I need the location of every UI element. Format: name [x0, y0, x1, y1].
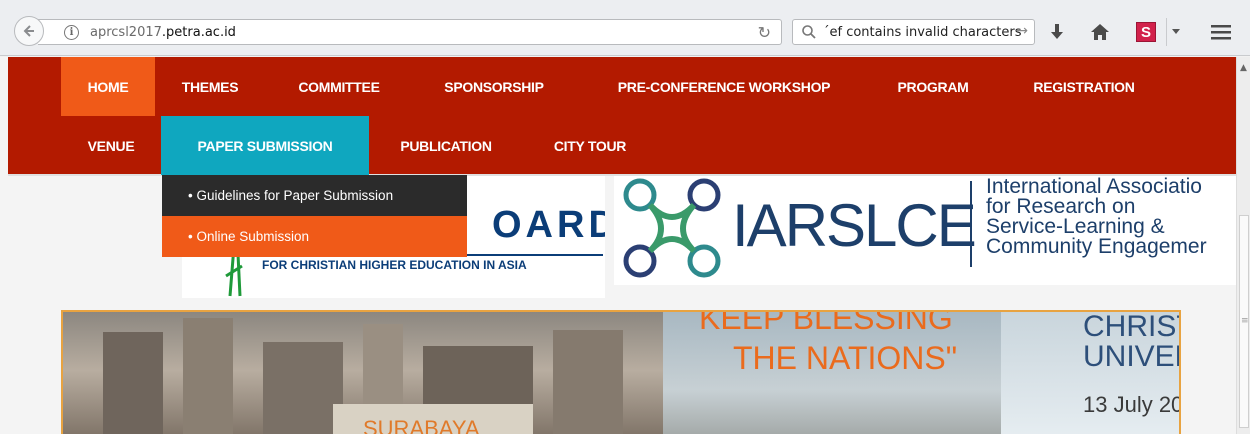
iarslce-name: IARSLCE: [732, 192, 977, 259]
banner-line1: KEEP BLESSING: [699, 310, 953, 336]
nav-paper-submission[interactable]: PAPER SUBMISSION: [161, 116, 369, 175]
dropdown-item-guidelines[interactable]: • Guidelines for Paper Submission: [162, 175, 467, 216]
reload-icon[interactable]: ↻: [758, 23, 771, 42]
grip-icon: ≡: [1241, 316, 1249, 326]
page-content: OARD FOR CHRISTIAN HIGHER EDUCATION IN A…: [0, 57, 1236, 434]
home-icon[interactable]: [1088, 18, 1112, 46]
banner-photo: KEEP BLESSING THE NATIONS": [663, 312, 1001, 434]
search-input[interactable]: ´ef contains invalid characters: [823, 25, 1022, 40]
nav-home[interactable]: HOME: [61, 57, 155, 116]
nav-sponsorship[interactable]: SPONSORSHIP: [428, 57, 560, 116]
university-date: 13 July 20: [1083, 392, 1181, 417]
extension-s-icon[interactable]: S: [1134, 18, 1158, 46]
info-icon[interactable]: i: [64, 25, 79, 40]
nav-publication[interactable]: PUBLICATION: [382, 116, 510, 175]
scroll-thumb[interactable]: ≡: [1239, 215, 1249, 428]
iarslce-knot-icon: [623, 178, 721, 278]
united-board-subtitle: FOR CHRISTIAN HIGHER EDUCATION IN ASIA: [262, 258, 527, 272]
nav-program[interactable]: PROGRAM: [880, 57, 986, 116]
back-arrow-icon: [23, 25, 34, 37]
iarslce-full-name: International Associatio for Research on…: [986, 175, 1207, 258]
paper-submission-dropdown: • Guidelines for Paper Submission • Onli…: [162, 175, 467, 257]
vertical-scrollbar[interactable]: ▲ ≡: [1236, 57, 1250, 434]
download-icon[interactable]: [1046, 18, 1068, 46]
university-line1: CHRIST: [1083, 310, 1179, 343]
scroll-up-icon[interactable]: ▲: [1240, 63, 1247, 73]
address-bar[interactable]: i aprcsl2017.petra.ac.id ↻: [38, 19, 782, 45]
university-line2: UNIVER: [1083, 340, 1179, 373]
back-button[interactable]: [14, 16, 44, 46]
nav-themes[interactable]: THEMES: [166, 57, 254, 116]
nav-pre-conference-workshop[interactable]: PRE-CONFERENCE WORKSHOP: [592, 57, 856, 116]
iarslce-logo: IARSLCE International Associatio for Res…: [614, 173, 1236, 285]
url-text[interactable]: aprcsl2017.petra.ac.id: [90, 25, 236, 40]
browser-toolbar: i aprcsl2017.petra.ac.id ↻ ´ef contains …: [0, 0, 1250, 56]
university-banner-photo: CHRIST UNIVER 13 July 20: [1001, 310, 1181, 434]
nav-registration[interactable]: REGISTRATION: [1008, 57, 1160, 116]
nav-city-tour[interactable]: CITY TOUR: [536, 116, 644, 175]
city-photo: SURABAYA: [63, 312, 663, 434]
divider: [970, 181, 972, 267]
city-text: SURABAYA: [363, 416, 480, 434]
hero-banner: SURABAYA KEEP BLESSING THE NATIONS" CHRI…: [61, 310, 1181, 434]
dropdown-item-online-submission[interactable]: • Online Submission: [162, 216, 467, 257]
hamburger-menu-icon[interactable]: [1208, 18, 1234, 46]
nav-committee[interactable]: COMMITTEE: [280, 57, 398, 116]
search-icon: [802, 25, 816, 39]
search-bar[interactable]: ´ef contains invalid characters →: [792, 19, 1035, 45]
banner-line2: THE NATIONS": [733, 340, 958, 376]
main-navigation: HOME THEMES COMMITTEE SPONSORSHIP PRE-CO…: [8, 57, 1236, 176]
extension-menu-chevron-icon[interactable]: [1166, 18, 1184, 46]
search-go-icon[interactable]: →: [1016, 23, 1028, 39]
united-board-word: OARD: [492, 204, 605, 246]
nav-venue[interactable]: VENUE: [61, 116, 161, 175]
